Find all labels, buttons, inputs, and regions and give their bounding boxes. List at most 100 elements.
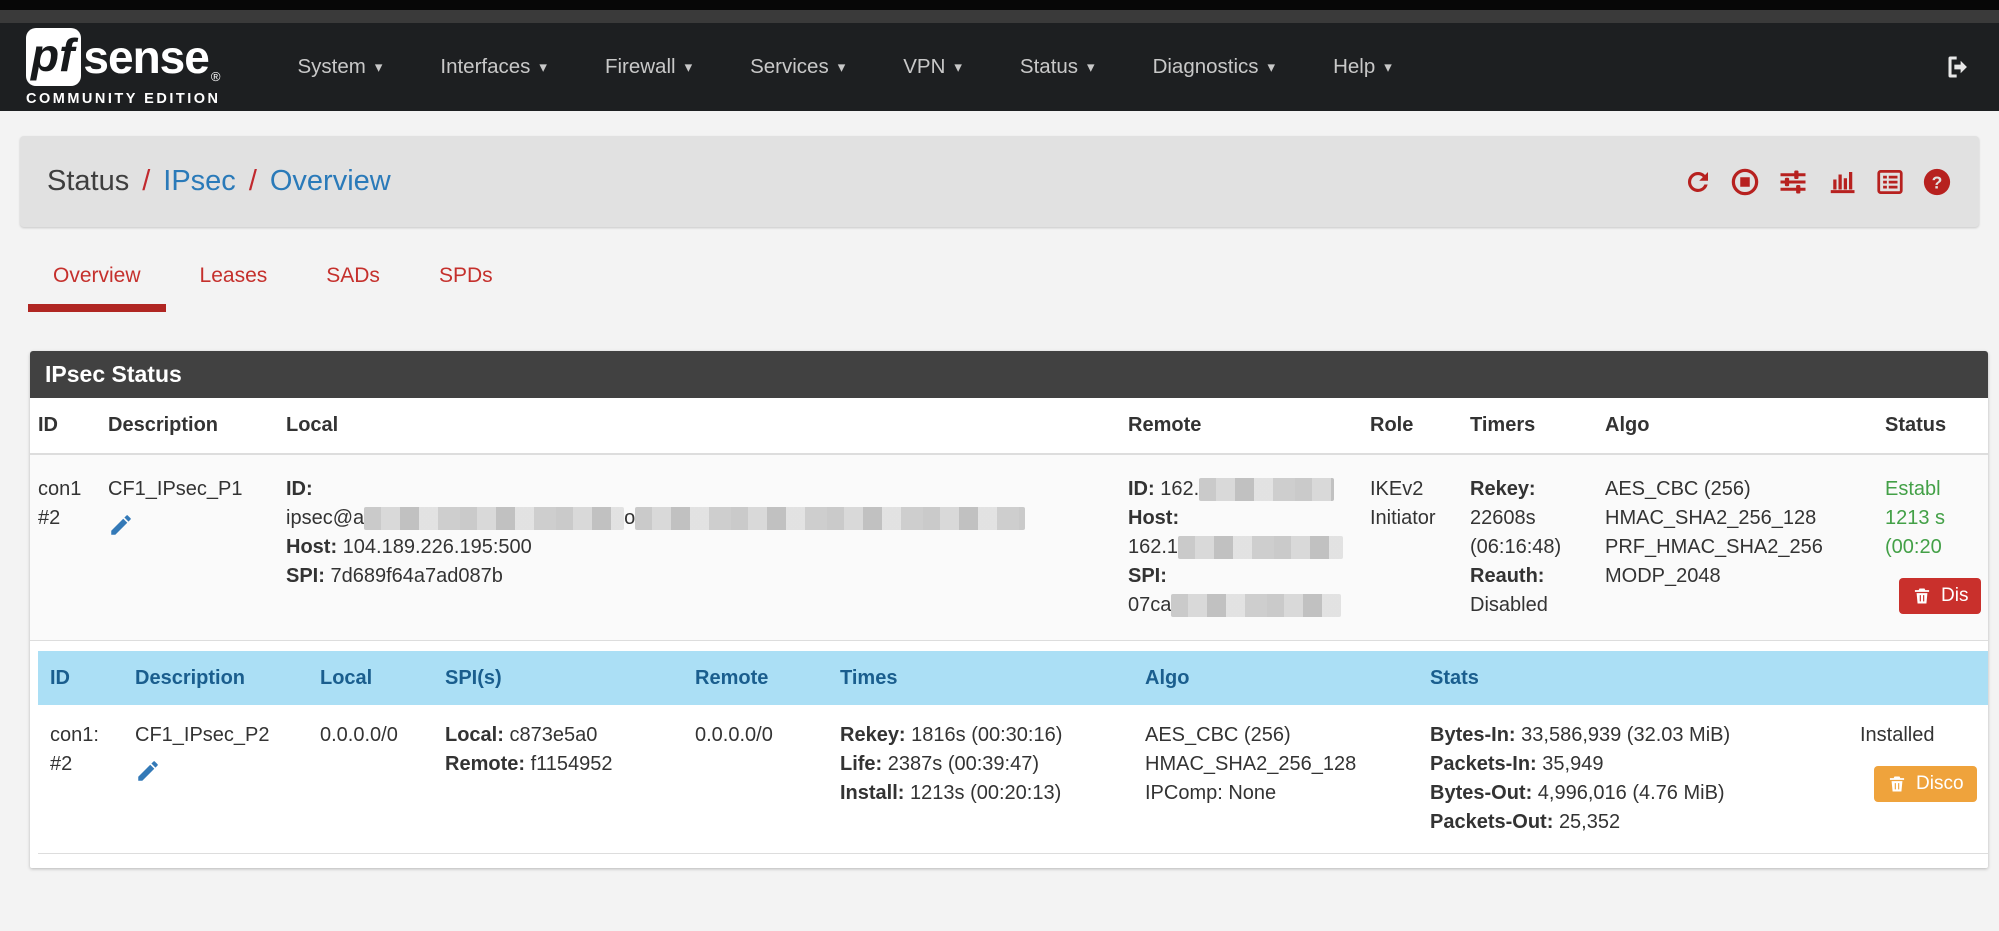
p2-disconnect-button[interactable]: Disco <box>1874 766 1977 802</box>
edit-pencil-icon[interactable] <box>108 512 134 538</box>
panel-title: IPsec Status <box>30 351 1988 398</box>
stop-icon[interactable] <box>1730 167 1760 197</box>
p2-remote-cell: 0.0.0.0/0 <box>683 705 828 854</box>
p2-row: con1: #2 CF1_IPsec_P2 0.0.0.0/0 Local: <box>38 705 1988 854</box>
col-blank <box>1848 651 1988 705</box>
caret-down-icon: ▾ <box>954 58 962 76</box>
pfsense-logo[interactable]: pf sense ® COMMUNITY EDITION <box>26 28 220 107</box>
p2-stats-cell: Bytes-In: 33,586,939 (32.03 MiB) Packets… <box>1418 705 1848 854</box>
tab-leases[interactable]: Leases <box>175 264 293 312</box>
col-algo: Algo <box>1597 398 1877 454</box>
nav-item-firewall[interactable]: Firewall ▾ <box>576 23 721 111</box>
col-algo: Algo <box>1133 651 1418 705</box>
breadcrumb-link-overview[interactable]: Overview <box>270 165 391 198</box>
sliders-icon[interactable] <box>1777 167 1809 197</box>
breadcrumb-root: Status <box>47 165 129 198</box>
p2-times-cell: Rekey: 1816s (00:30:16) Life: 2387s (00:… <box>828 705 1133 854</box>
tab-spds[interactable]: SPDs <box>414 264 518 312</box>
caret-down-icon: ▾ <box>685 58 693 76</box>
status-established: Establ <box>1885 478 1941 500</box>
col-spis: SPI(s) <box>433 651 683 705</box>
col-description: Description <box>123 651 308 705</box>
col-local: Local <box>308 651 433 705</box>
top-black-strip <box>0 0 1999 10</box>
p2-id-cell: con1: #2 <box>38 705 123 854</box>
breadcrumb-link-ipsec[interactable]: IPsec <box>163 165 236 198</box>
p1-disconnect-button[interactable]: Dis <box>1899 578 1981 614</box>
col-remote: Remote <box>683 651 828 705</box>
p1-role-cell: IKEv2 Initiator <box>1362 454 1462 641</box>
p1-algo-cell: AES_CBC (256) HMAC_SHA2_256_128 PRF_HMAC… <box>1597 454 1877 641</box>
list-view-icon[interactable] <box>1875 167 1905 197</box>
trash-icon <box>1887 773 1907 795</box>
refresh-icon[interactable] <box>1683 167 1713 197</box>
p1-header-row: ID Description Local Remote Role Timers … <box>30 398 1988 454</box>
col-stats: Stats <box>1418 651 1848 705</box>
tab-overview[interactable]: Overview <box>28 264 166 312</box>
nav-menu: System ▾ Interfaces ▾ Firewall ▾ Service… <box>268 23 1420 111</box>
p1-description-cell: CF1_IPsec_P1 <box>100 454 278 641</box>
help-icon[interactable]: ? <box>1922 167 1952 197</box>
redacted-blur <box>1171 594 1341 617</box>
sense-logo-text: sense <box>83 34 208 80</box>
nav-item-help[interactable]: Help ▾ <box>1304 23 1421 111</box>
sign-out-icon <box>1945 53 1973 81</box>
breadcrumb: Status / IPsec / Overview <box>47 165 391 198</box>
nav-item-vpn[interactable]: VPN ▾ <box>874 23 991 111</box>
col-description: Description <box>100 398 278 454</box>
nav-item-system[interactable]: System ▾ <box>268 23 411 111</box>
nav-item-services[interactable]: Services ▾ <box>721 23 874 111</box>
col-timers: Timers <box>1462 398 1597 454</box>
p2-header-row: ID Description Local SPI(s) Remote Times… <box>38 651 1988 705</box>
ipsec-status-panel: IPsec Status ID Description Local Remote… <box>30 351 1988 868</box>
caret-down-icon: ▾ <box>838 58 846 76</box>
col-id: ID <box>30 398 100 454</box>
community-edition-label: COMMUNITY EDITION <box>26 91 220 107</box>
breadcrumb-separator: / <box>249 165 257 198</box>
p1-row: con1 #2 CF1_IPsec_P1 ID: ipsec@ao Host: … <box>30 454 1988 641</box>
redacted-blur <box>364 507 624 530</box>
p1-remote-cell: ID: 162. Host: 162.1 SPI: 07ca <box>1120 454 1362 641</box>
registered-mark: ® <box>211 69 221 84</box>
p2-status-cell: Installed Disco <box>1848 705 1988 854</box>
pf-logo-box: pf <box>26 28 81 86</box>
main-navbar: pf sense ® COMMUNITY EDITION System ▾ In… <box>0 23 1999 111</box>
ipsec-p1-table: ID Description Local Remote Role Timers … <box>30 398 1988 641</box>
status-installed: Installed <box>1860 724 1935 746</box>
nav-item-diagnostics[interactable]: Diagnostics ▾ <box>1124 23 1305 111</box>
col-role: Role <box>1362 398 1462 454</box>
edit-pencil-icon[interactable] <box>135 758 161 784</box>
p2-local-cell: 0.0.0.0/0 <box>308 705 433 854</box>
col-status: Status <box>1877 398 1988 454</box>
svg-text:?: ? <box>1932 172 1943 192</box>
logout-button[interactable] <box>1945 53 1973 81</box>
p1-timers-cell: Rekey: 22608s (06:16:48) Reauth: Disable… <box>1462 454 1597 641</box>
table-scroll-area[interactable]: ID Description Local Remote Role Timers … <box>30 398 1988 868</box>
ipsec-p2-table: ID Description Local SPI(s) Remote Times… <box>38 651 1988 854</box>
nav-item-status[interactable]: Status ▾ <box>991 23 1124 111</box>
redacted-blur <box>1199 478 1334 501</box>
caret-down-icon: ▾ <box>375 58 383 76</box>
breadcrumb-separator: / <box>142 165 150 198</box>
subnav-tabs: Overview Leases SADs SPDs <box>28 264 1999 312</box>
redacted-blur <box>635 507 1025 530</box>
p2-algo-cell: AES_CBC (256) HMAC_SHA2_256_128 IPComp: … <box>1133 705 1418 854</box>
caret-down-icon: ▾ <box>1384 58 1392 76</box>
top-gray-strip <box>0 10 1999 23</box>
p1-local-cell: ID: ipsec@ao Host: 104.189.226.195:500 S… <box>278 454 1120 641</box>
caret-down-icon: ▾ <box>1268 58 1276 76</box>
col-id: ID <box>38 651 123 705</box>
col-remote: Remote <box>1120 398 1362 454</box>
caret-down-icon: ▾ <box>1087 58 1095 76</box>
p1-id-cell: con1 #2 <box>30 454 100 641</box>
pfsense-logo-row: pf sense ® <box>26 28 220 86</box>
nav-item-interfaces[interactable]: Interfaces ▾ <box>411 23 576 111</box>
caret-down-icon: ▾ <box>539 58 547 76</box>
trash-icon <box>1912 585 1932 607</box>
bar-chart-icon[interactable] <box>1826 167 1858 197</box>
p2-spis-cell: Local: c873e5a0 Remote: f1154952 <box>433 705 683 854</box>
col-local: Local <box>278 398 1120 454</box>
breadcrumb-actions: ? <box>1683 167 1952 197</box>
redacted-blur <box>1178 536 1343 559</box>
tab-sads[interactable]: SADs <box>301 264 405 312</box>
